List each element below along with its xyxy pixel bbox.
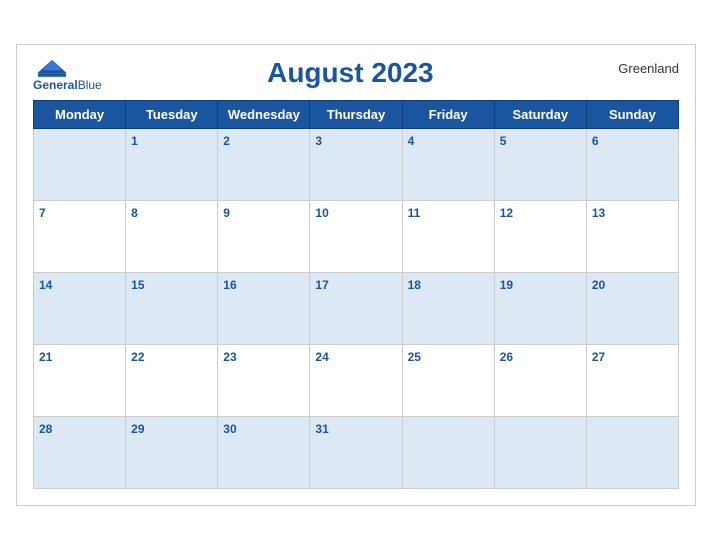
calendar-cell — [402, 417, 494, 489]
logo-general: General — [33, 78, 78, 92]
calendar-cell: 24 — [310, 345, 402, 417]
day-number: 17 — [315, 278, 328, 292]
calendar-cell: 31 — [310, 417, 402, 489]
calendar-cell: 2 — [218, 129, 310, 201]
calendar-cell: 18 — [402, 273, 494, 345]
calendar-body: 1234567891011121314151617181920212223242… — [34, 129, 679, 489]
day-number: 5 — [500, 134, 507, 148]
day-number: 31 — [315, 422, 328, 436]
weekday-header-row: Monday Tuesday Wednesday Thursday Friday… — [34, 101, 679, 129]
calendar-cell: 16 — [218, 273, 310, 345]
col-wednesday: Wednesday — [218, 101, 310, 129]
calendar-cell: 15 — [126, 273, 218, 345]
calendar-week-row: 1 2 3 4 5 6 — [34, 129, 679, 201]
calendar-week-row: 14 15 16 17 18 19 20 — [34, 273, 679, 345]
day-number: 20 — [592, 278, 605, 292]
calendar-cell: 1 — [126, 129, 218, 201]
day-number: 23 — [223, 350, 236, 364]
calendar-cell: 5 — [494, 129, 586, 201]
day-number: 2 — [223, 134, 230, 148]
day-number: 14 — [39, 278, 52, 292]
day-number: 24 — [315, 350, 328, 364]
calendar-cell: 21 — [34, 345, 126, 417]
calendar-cell: 13 — [586, 201, 678, 273]
calendar-cell — [586, 417, 678, 489]
calendar-cell: 6 — [586, 129, 678, 201]
calendar-cell: 4 — [402, 129, 494, 201]
col-thursday: Thursday — [310, 101, 402, 129]
col-sunday: Sunday — [586, 101, 678, 129]
calendar-cell: 19 — [494, 273, 586, 345]
region-label: Greenland — [599, 57, 679, 76]
day-number: 11 — [408, 206, 421, 220]
day-number: 10 — [315, 206, 328, 220]
calendar-week-row: 28 29 30 31 — [34, 417, 679, 489]
day-number: 4 — [408, 134, 415, 148]
generalblue-logo-icon — [33, 57, 71, 79]
col-monday: Monday — [34, 101, 126, 129]
day-number: 27 — [592, 350, 605, 364]
day-number: 22 — [131, 350, 144, 364]
day-number: 25 — [408, 350, 421, 364]
calendar-cell: 23 — [218, 345, 310, 417]
day-number: 3 — [315, 134, 322, 148]
calendar-cell: 20 — [586, 273, 678, 345]
calendar-cell: 29 — [126, 417, 218, 489]
calendar-cell: 30 — [218, 417, 310, 489]
calendar-cell: 22 — [126, 345, 218, 417]
day-number: 7 — [39, 206, 46, 220]
calendar-week-row: 21 22 23 24 25 26 27 — [34, 345, 679, 417]
calendar-table: Monday Tuesday Wednesday Thursday Friday… — [33, 100, 679, 489]
day-number: 1 — [131, 134, 138, 148]
calendar-title: August 2023 — [102, 57, 599, 89]
day-number: 19 — [500, 278, 513, 292]
day-number: 8 — [131, 206, 138, 220]
calendar-cell: 12 — [494, 201, 586, 273]
day-number: 26 — [500, 350, 513, 364]
calendar-cell: 9 — [218, 201, 310, 273]
day-number: 18 — [408, 278, 421, 292]
calendar-cell: 26 — [494, 345, 586, 417]
day-number: 30 — [223, 422, 236, 436]
calendar-cell — [494, 417, 586, 489]
col-friday: Friday — [402, 101, 494, 129]
day-number: 28 — [39, 422, 52, 436]
calendar-cell: 25 — [402, 345, 494, 417]
col-saturday: Saturday — [494, 101, 586, 129]
calendar-header: GeneralBlue August 2023 Greenland — [33, 57, 679, 92]
calendar-cell: 7 — [34, 201, 126, 273]
calendar-cell: 14 — [34, 273, 126, 345]
day-number: 6 — [592, 134, 599, 148]
title-area: August 2023 — [102, 57, 599, 89]
logo-text: GeneralBlue — [33, 79, 102, 92]
day-number: 13 — [592, 206, 605, 220]
calendar-thead: Monday Tuesday Wednesday Thursday Friday… — [34, 101, 679, 129]
calendar-week-row: 7 8 9 10 11 12 13 — [34, 201, 679, 273]
calendar-cell: 8 — [126, 201, 218, 273]
calendar-cell: 27 — [586, 345, 678, 417]
day-number: 29 — [131, 422, 144, 436]
calendar-cell: 3 — [310, 129, 402, 201]
day-number: 15 — [131, 278, 144, 292]
day-number: 12 — [500, 206, 513, 220]
calendar-cell: 28 — [34, 417, 126, 489]
calendar-cell: 17 — [310, 273, 402, 345]
logo-blue: Blue — [78, 78, 102, 92]
calendar-cell: 11 — [402, 201, 494, 273]
calendar-wrapper: GeneralBlue August 2023 Greenland Monday… — [16, 44, 696, 506]
day-number: 9 — [223, 206, 230, 220]
day-number: 16 — [223, 278, 236, 292]
day-number: 21 — [39, 350, 52, 364]
logo-area: GeneralBlue — [33, 57, 102, 92]
calendar-cell — [34, 129, 126, 201]
calendar-cell: 10 — [310, 201, 402, 273]
col-tuesday: Tuesday — [126, 101, 218, 129]
